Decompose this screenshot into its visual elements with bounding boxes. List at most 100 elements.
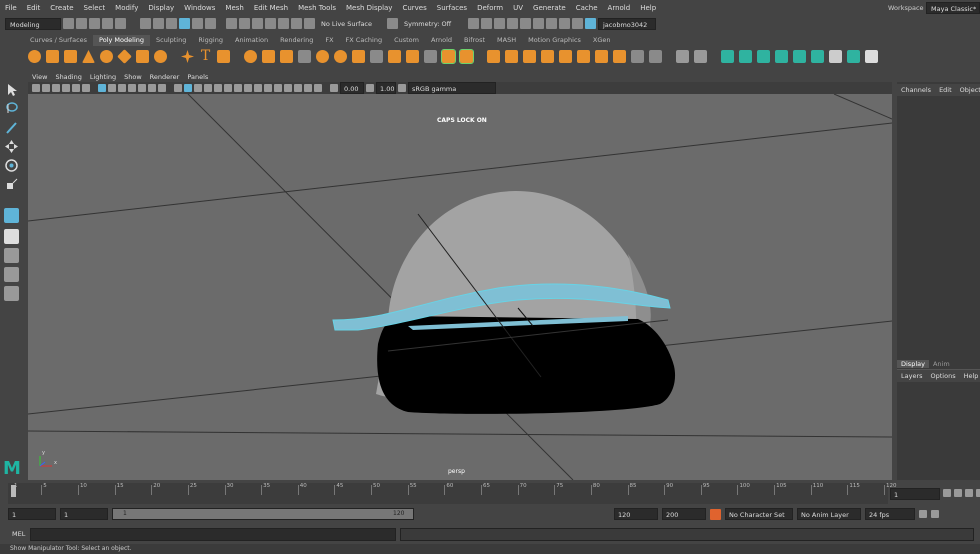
bridge-icon[interactable] [406,50,419,63]
menu-mesh[interactable]: Mesh [220,4,248,12]
exposure-field[interactable]: 0.00 [340,82,364,94]
quad-draw-icon[interactable] [649,50,662,63]
select-handle-icon[interactable] [192,18,203,29]
select-hierarchy-icon[interactable] [140,18,151,29]
tab-xgen[interactable]: XGen [587,35,617,46]
menu-display[interactable]: Display [143,4,179,12]
checker-icon[interactable] [829,50,842,63]
open-scene-icon[interactable] [76,18,87,29]
multisample-aa-icon[interactable] [264,84,272,92]
arnold-render-icon[interactable] [546,18,557,29]
bevel-icon[interactable] [424,50,437,63]
grid-toggle-icon[interactable] [98,84,106,92]
uv-automatic-icon[interactable] [775,50,788,63]
poly-cylinder-icon[interactable] [64,50,77,63]
xray-active-icon[interactable] [304,84,312,92]
tab-custom[interactable]: Custom [388,35,425,46]
panel-menu-lighting[interactable]: Lighting [86,72,120,82]
tab-sculpting[interactable]: Sculpting [150,35,192,46]
show-manipulator-icon[interactable] [4,208,19,223]
tab-rigging[interactable]: Rigging [192,35,229,46]
field-chart-icon[interactable] [138,84,146,92]
command-input[interactable] [30,527,396,541]
tab-animation[interactable]: Animation [229,35,274,46]
current-frame-field[interactable]: 1 [890,488,940,500]
select-joint-icon[interactable] [205,18,216,29]
connect-icon[interactable] [559,50,572,63]
super-shape-icon[interactable] [181,50,194,63]
menu-windows[interactable]: Windows [179,4,220,12]
depth-of-field-icon[interactable] [274,84,282,92]
image-plane-icon[interactable] [62,84,70,92]
menu-arnold[interactable]: Arnold [603,4,636,12]
rotate-tool-icon[interactable] [4,158,19,173]
channel-box-tab-channels[interactable]: Channels [897,86,935,94]
poly-disc-icon[interactable] [136,50,149,63]
use-all-lights-icon[interactable] [224,84,232,92]
play-icon[interactable] [965,489,973,497]
layer-menu-layers[interactable]: Layers [897,372,927,380]
boolean-union-icon[interactable] [316,50,329,63]
select-tool-icon[interactable] [4,82,19,97]
separate-icon[interactable] [262,50,275,63]
outliner-layout-icon[interactable] [4,286,19,301]
combine-icon[interactable] [244,50,257,63]
uv-cylindrical-icon[interactable] [739,50,752,63]
uv-spherical-icon[interactable] [757,50,770,63]
tab-rendering[interactable]: Rendering [274,35,319,46]
gamma-icon[interactable] [366,84,374,92]
exposure-icon[interactable] [330,84,338,92]
wireframe-icon[interactable] [174,84,182,92]
make-live-icon[interactable] [291,18,302,29]
smooth-icon[interactable] [280,50,293,63]
poly-plane-icon[interactable] [117,49,132,64]
snap-point-icon[interactable] [252,18,263,29]
merge-icon[interactable] [595,50,608,63]
wireframe-on-shaded-icon[interactable] [204,84,212,92]
uv-cut-icon[interactable] [847,50,860,63]
textured-icon[interactable] [214,84,222,92]
anim-prefs-icon[interactable] [931,510,939,518]
poly-sphere-icon[interactable] [28,50,41,63]
render-icon[interactable] [481,18,492,29]
scene-start-field[interactable]: 1 [8,508,56,520]
select-camera-icon[interactable] [32,84,40,92]
menu-edit-mesh[interactable]: Edit Mesh [249,4,293,12]
menu-create[interactable]: Create [45,4,78,12]
view-transform-dropdown[interactable]: sRGB gamma [408,82,496,94]
uv-planar-icon[interactable] [721,50,734,63]
channel-box-tab-object[interactable]: Object [956,86,980,94]
xray-icon[interactable] [294,84,302,92]
mirror-icon[interactable] [370,50,383,63]
magnet-icon[interactable] [304,18,315,29]
mel-label[interactable]: MEL [0,530,30,538]
symmetry-icon[interactable] [387,18,398,29]
bookmark-icon[interactable] [52,84,60,92]
film-gate-icon[interactable] [108,84,116,92]
motion-blur-icon[interactable] [254,84,262,92]
workspace-dropdown[interactable]: Maya Classic* [926,2,980,14]
time-slider[interactable]: 1510152025303540455055606570758085909510… [8,483,897,504]
step-back-icon[interactable] [954,489,962,497]
playback-start-field[interactable]: 1 [60,508,108,520]
range-slider[interactable]: 1 120 [112,508,414,520]
offset-edge-loop-icon[interactable] [523,50,536,63]
menu-select[interactable]: Select [79,4,111,12]
tab-fx[interactable]: FX [319,35,339,46]
four-view-layout-icon[interactable] [4,248,19,263]
gate-mask-icon[interactable] [128,84,136,92]
panel-menu-view[interactable]: View [28,72,51,82]
two-view-layout-icon[interactable] [4,267,19,282]
uv-sew-icon[interactable] [865,50,878,63]
isolate-select-icon[interactable] [284,84,292,92]
history-icon[interactable] [468,18,479,29]
menu-generate[interactable]: Generate [528,4,571,12]
safe-action-icon[interactable] [148,84,156,92]
paint-select-icon[interactable] [4,120,19,135]
render-view-icon[interactable] [533,18,544,29]
menu-cache[interactable]: Cache [571,4,603,12]
shadows-icon[interactable] [234,84,242,92]
range-slider-handle[interactable] [113,509,413,519]
tab-motion-graphics[interactable]: Motion Graphics [522,35,587,46]
go-to-start-icon[interactable] [943,489,951,497]
